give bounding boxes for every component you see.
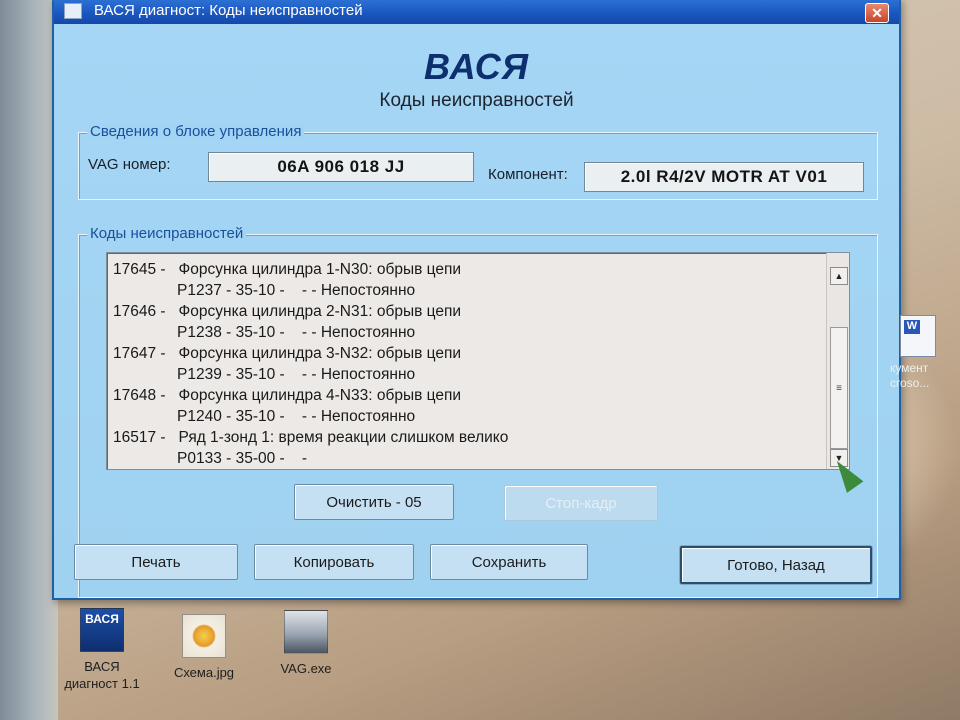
vag-number-label: VAG номер: [88,156,171,173]
window-title: ВАСЯ диагност: Коды неисправностей [94,2,363,19]
close-button[interactable]: ✕ [865,3,889,23]
fault-code-row[interactable]: 17647 - Форсунка цилиндра 3-N32: обрыв ц… [113,343,823,385]
print-button[interactable]: Печать [74,544,238,580]
component-value: 2.0l R4/2V MOTR AT V01 [584,162,864,192]
fault-code-description: 17647 - Форсунка цилиндра 3-N32: обрыв ц… [113,345,462,362]
window-client-area: ВАСЯ Коды неисправностей Сведения о блок… [54,24,899,598]
fault-codes-legend: Коды неисправностей [87,225,247,242]
scroll-up-button[interactable]: ▲ [830,267,848,285]
component-label: Компонент: [488,166,568,183]
fault-code-row[interactable]: 17648 - Форсунка цилиндра 4-N33: обрыв ц… [113,385,823,427]
save-button[interactable]: Сохранить [430,544,588,580]
fault-list-scrollbar[interactable]: ▲ ≡ ▼ [826,253,849,469]
ecu-info-legend: Сведения о блоке управления [87,123,305,140]
page-subtitle: Коды неисправностей [379,90,574,111]
copy-button[interactable]: Копировать [254,544,414,580]
fault-code-detail: P1240 - 35-10 - - - Непостоянно [177,408,416,425]
scroll-thumb[interactable]: ≡ [830,327,848,449]
fault-code-row[interactable]: 17646 - Форсунка цилиндра 2-N31: обрыв ц… [113,301,823,343]
fault-code-detail: P0133 - 35-00 - - [177,450,308,467]
desktop-icon-word-document[interactable]: W кумент croso... [890,315,960,405]
word-document-icon: W [900,315,936,357]
done-back-button[interactable]: Готово, Назад [680,546,872,584]
title-bar[interactable]: ВАСЯ диагност: Коды неисправностей ✕ [54,0,899,24]
fault-code-description: 16517 - Ряд 1-зонд 1: время реакции слиш… [113,429,509,446]
fault-code-detail: P1237 - 35-10 - - - Непостоянно [177,282,416,299]
fault-code-row[interactable]: 17645 - Форсунка цилиндра 1-N30: обрыв ц… [113,259,823,301]
fault-codes-window: ВАСЯ диагност: Коды неисправностей ✕ ВАС… [52,0,901,600]
fault-code-description: 17646 - Форсунка цилиндра 2-N31: обрыв ц… [113,303,462,320]
desktop-icon-caption: ВАСЯ диагност 1.1 [64,659,140,691]
desktop-left-edge [0,0,58,720]
fault-code-description: 17645 - Форсунка цилиндра 1-N30: обрыв ц… [113,261,462,278]
car-exe-icon [284,610,328,654]
fault-codes-rows: 17645 - Форсунка цилиндра 1-N30: обрыв ц… [113,259,823,469]
desktop-icon-caption: VAG.exe [280,661,332,676]
fault-code-detail: P1238 - 35-10 - - - Непостоянно [177,324,416,341]
fault-code-description: 17648 - Форсунка цилиндра 4-N33: обрыв ц… [113,387,462,404]
brand-title: ВАСЯ [423,46,530,87]
image-file-icon [182,614,226,658]
fault-code-row[interactable]: 16517 - Ряд 1-зонд 1: время реакции слиш… [113,427,823,469]
app-window-icon[interactable] [64,3,82,19]
vasya-app-icon: ВАСЯ [80,608,124,652]
fault-code-detail: P1239 - 35-10 - - - Непостоянно [177,366,416,383]
vag-number-value: 06A 906 018 JJ [208,152,474,182]
freeze-frame-button[interactable]: Стоп-кадр [504,485,658,521]
desktop-icon-caption: кумент croso... [890,361,930,390]
fault-codes-list[interactable]: 17645 - Форсунка цилиндра 1-N30: обрыв ц… [106,252,850,470]
desktop-icon-scheme-jpg[interactable]: Схема.jpg [156,614,252,681]
desktop-icon-caption: Схема.jpg [173,665,235,680]
desktop-icon-vasya[interactable]: ВАСЯ ВАСЯ диагност 1.1 [54,608,150,692]
desktop-icon-vag-exe[interactable]: VAG.exe [258,610,354,677]
clear-codes-button[interactable]: Очистить - 05 [294,484,454,520]
